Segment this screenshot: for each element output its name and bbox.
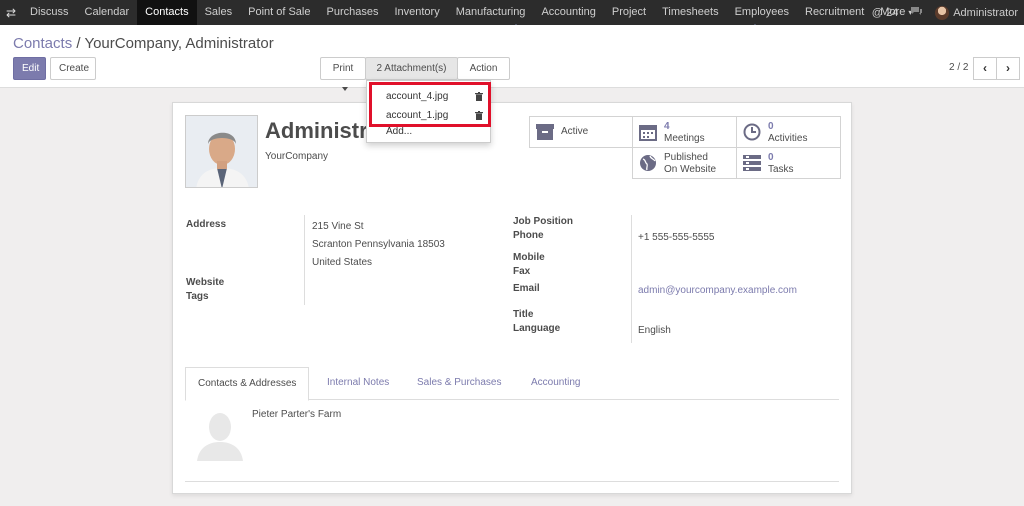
meetings-text: 4 Meetings (664, 121, 705, 145)
control-panel: Contacts / YourCompany, Administrator Ed… (0, 25, 1024, 92)
website-published-button[interactable]: Published On Website (632, 147, 737, 179)
tab-accounting[interactable]: Accounting (519, 367, 592, 400)
mobile-label: Mobile (513, 252, 545, 263)
print-button[interactable]: Print (320, 57, 366, 92)
activities-label: Activities (768, 133, 808, 144)
archive-icon (536, 124, 554, 140)
calendar-icon (639, 125, 657, 141)
nav-recruitment[interactable]: Recruitment (797, 0, 872, 25)
person-portrait-icon (186, 116, 257, 187)
mentions-indicator[interactable]: @ 24 (872, 7, 898, 19)
activities-button[interactable]: 0 Activities (736, 116, 841, 148)
language-label: Language (513, 323, 561, 334)
website-line2: On Website (664, 164, 717, 175)
website-line1: Published (664, 152, 708, 163)
pager-previous-button[interactable]: ‹ (973, 57, 997, 80)
nav-sales[interactable]: Sales (197, 0, 241, 25)
user-avatar (935, 5, 950, 20)
nav-inventory[interactable]: Inventory (386, 0, 447, 25)
caret-down-icon (341, 87, 348, 92)
print-label: Print (332, 63, 354, 74)
chat-icon[interactable] (910, 6, 923, 20)
pager-next-button[interactable]: › (996, 57, 1020, 80)
add-attachment-item[interactable]: Add... (386, 126, 412, 137)
clock-icon (743, 123, 761, 141)
user-menu[interactable]: Administrator (935, 5, 1018, 20)
website-text: Published On Website (664, 152, 716, 176)
tab-contacts-addresses[interactable]: Contacts & Addresses (185, 367, 310, 401)
tasks-button[interactable]: 0 Tasks (736, 147, 841, 179)
tags-label: Tags (186, 291, 209, 302)
child-contact-name[interactable]: Pieter Parter's Farm (252, 409, 341, 420)
highlight-annotation (369, 82, 491, 127)
mentions-count: 24 (885, 6, 899, 19)
nav-discuss[interactable]: Discuss (22, 0, 77, 25)
nav-purchases[interactable]: Purchases (318, 0, 386, 25)
partner-company[interactable]: YourCompany (265, 151, 328, 162)
meetings-label: Meetings (664, 133, 705, 144)
tasks-text: 0 Tasks (768, 152, 794, 176)
meetings-count: 4 (664, 121, 670, 132)
pager-value[interactable]: 2 / 2 (949, 62, 968, 73)
field-divider (304, 215, 305, 305)
activities-text: 0 Activities (768, 121, 807, 145)
breadcrumb-parent[interactable]: Contacts (13, 35, 72, 52)
attachments-button[interactable]: 2 Attachment(s) (365, 57, 458, 92)
edit-button[interactable]: Edit (13, 57, 46, 80)
tab-sales-purchases[interactable]: Sales & Purchases (405, 367, 514, 400)
phone-value[interactable]: +1 555-555-5555 (638, 232, 714, 243)
partner-photo[interactable] (185, 115, 258, 188)
nav-accounting[interactable]: Accounting (533, 0, 603, 25)
nav-manufacturing[interactable]: Manufacturing (448, 0, 534, 25)
nav-point-of-sale[interactable]: Point of Sale (240, 0, 318, 25)
breadcrumb-current: YourCompany, Administrator (84, 35, 274, 52)
globe-icon (640, 155, 656, 171)
field-divider (631, 215, 632, 343)
notebook-tabs: Contacts & Addresses Internal Notes Sale… (185, 367, 839, 401)
language-value: English (638, 325, 671, 336)
chevron-left-icon: ‹ (983, 61, 987, 75)
address-label: Address (186, 219, 227, 230)
user-name: Administrator (953, 6, 1018, 19)
navbar-systray: @ 24 Administrator (872, 0, 1018, 25)
nav-contacts[interactable]: Contacts (137, 0, 197, 25)
nav-project[interactable]: Project (604, 0, 654, 25)
create-button[interactable]: Create (50, 57, 96, 80)
tasks-label: Tasks (768, 164, 794, 175)
job-position-label: Job Position (513, 216, 573, 227)
email-value[interactable]: admin@yourcompany.example.com (638, 285, 797, 296)
title-label: Title (513, 309, 534, 320)
tasks-count: 0 (768, 152, 774, 163)
nav-timesheets[interactable]: Timesheets (654, 0, 726, 25)
activities-count: 0 (768, 121, 774, 132)
website-label: Website (186, 277, 225, 288)
country-value: United States (312, 257, 373, 268)
fax-label: Fax (513, 266, 531, 277)
city-state-zip-value: Scranton Pennsylvania 18503 (312, 239, 445, 250)
meetings-button[interactable]: 4 Meetings (632, 116, 737, 148)
street-value: 215 Vine St (312, 221, 364, 232)
active-toggle-button[interactable]: Active (529, 116, 633, 148)
contact-placeholder-avatar-icon (197, 413, 243, 461)
breadcrumb-separator: / (76, 35, 81, 52)
nav-employees[interactable]: Employees (727, 0, 797, 25)
phone-label: Phone (513, 230, 544, 241)
tasks-icon (743, 155, 761, 171)
tab-internal-notes[interactable]: Internal Notes (315, 367, 401, 400)
chevron-right-icon: › (1006, 61, 1010, 75)
form-sheet: Administrator YourCompany Active 4 Meetin… (172, 102, 852, 494)
divider (185, 481, 839, 482)
nav-calendar[interactable]: Calendar (77, 0, 138, 25)
top-navbar: ⇄ Discuss Calendar Contacts Sales Point … (0, 0, 1024, 25)
breadcrumb: Contacts / YourCompany, Administrator (13, 35, 274, 52)
email-label: Email (513, 283, 540, 294)
action-label: Action (469, 63, 498, 74)
app-switcher-icon[interactable]: ⇄ (0, 0, 22, 25)
active-label: Active (561, 126, 589, 137)
action-button[interactable]: Action (457, 57, 510, 92)
attachments-label: 2 Attachment(s) (376, 63, 447, 74)
